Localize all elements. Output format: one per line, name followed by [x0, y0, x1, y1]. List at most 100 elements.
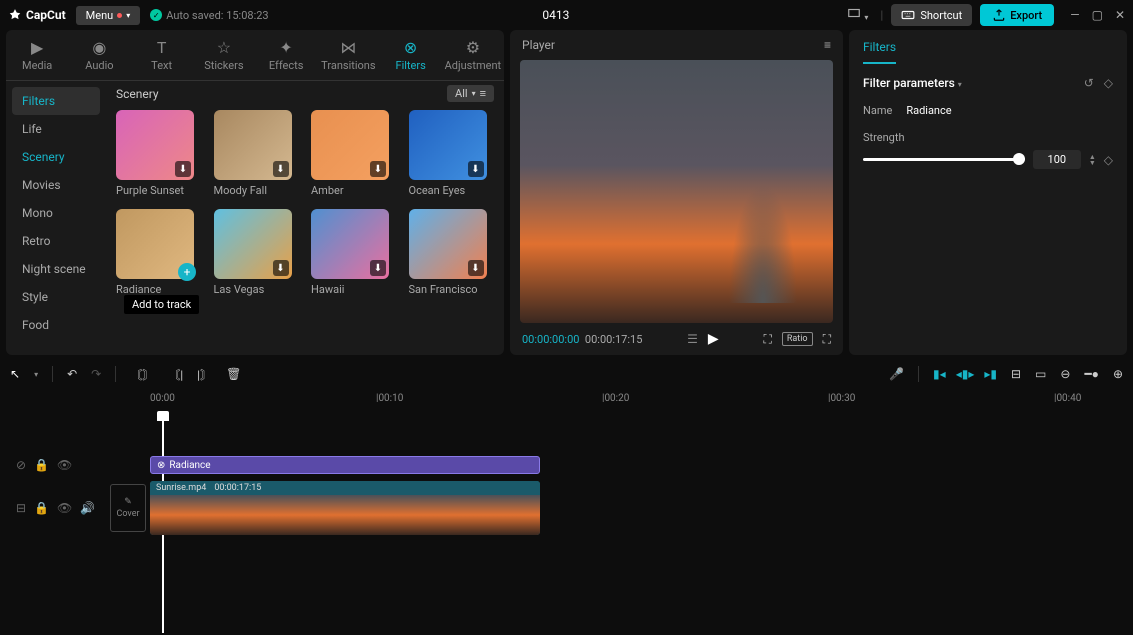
lock-icon[interactable]: 🔒 [34, 458, 49, 472]
split-right-button[interactable]: |〙 [197, 366, 212, 383]
download-icon[interactable]: ⬇ [468, 260, 484, 276]
timeline-toolbar: ↖▾ ↶ ↷ 〘〙 〘| |〙 🗑 🎤 ▮◂ ◂▮▸ ▸▮ ⊟ ▭ ⊖ ━● ⊕ [0, 359, 1133, 389]
filter-card[interactable]: ⬇San Francisco [409, 209, 487, 296]
filter-card[interactable]: ⬇Hawaii [311, 209, 389, 296]
split-left-button[interactable]: 〘| [168, 366, 183, 383]
keyboard-icon [901, 8, 915, 22]
undo-button[interactable]: ↶ [67, 367, 77, 381]
strength-input[interactable] [1033, 150, 1081, 169]
new-indicator-icon [117, 13, 122, 18]
zoom-out-icon[interactable]: ⊖ [1060, 367, 1070, 381]
tooltip: Add to track [124, 295, 199, 314]
magnet-left-icon[interactable]: ▮◂ [933, 367, 946, 381]
filter-icon: ⊗ [157, 460, 165, 471]
video-clip[interactable]: Sunrise.mp4 00:00:17:15 [150, 481, 540, 535]
tab-audio[interactable]: ◉Audio [68, 36, 130, 74]
mute-icon[interactable]: 🔊 [80, 501, 95, 515]
player-menu-icon[interactable]: ≡ [824, 38, 831, 52]
keyframe-icon[interactable]: ◇ [1104, 76, 1113, 90]
split-button[interactable]: 〘〙 [130, 366, 154, 383]
redo-button[interactable]: ↷ [91, 367, 101, 381]
tab-adjustment[interactable]: ⚙Adjustment [442, 36, 504, 74]
download-icon[interactable]: ⬇ [273, 161, 289, 177]
ratio-button[interactable]: Ratio [782, 332, 813, 346]
edit-icon: ✎ [124, 497, 132, 507]
tab-text[interactable]: TText [131, 36, 193, 74]
fullscreen-icon[interactable]: ⛶ [823, 332, 831, 347]
download-icon[interactable]: ⬇ [273, 260, 289, 276]
crop-icon[interactable]: ⛶ [763, 332, 771, 347]
download-icon[interactable]: ⬇ [468, 161, 484, 177]
export-button[interactable]: Export [980, 4, 1054, 26]
sidebar-item-filters[interactable]: Filters [12, 87, 100, 115]
visibility-icon[interactable]: 👁 [57, 501, 72, 515]
tab-filters[interactable]: ⊗Filters [380, 36, 442, 74]
reset-icon[interactable]: ↺ [1084, 76, 1094, 90]
tab-transitions[interactable]: ⋈Transitions [317, 36, 379, 74]
shortcut-button[interactable]: Shortcut [891, 4, 972, 26]
sidebar-item-life[interactable]: Life [12, 115, 100, 143]
strength-slider[interactable] [863, 158, 1025, 161]
maximize-button[interactable]: ▢ [1092, 8, 1103, 22]
track-settings-icon[interactable]: ⊟ [16, 501, 26, 515]
magnet-right-icon[interactable]: ▸▮ [984, 367, 997, 381]
list-icon[interactable]: ☰ [687, 332, 698, 346]
sidebar-item-retro[interactable]: Retro [12, 227, 100, 255]
filter-card[interactable]: +RadianceAdd to track [116, 209, 194, 296]
project-title: 0413 [279, 8, 834, 22]
sidebar-item-food[interactable]: Food [12, 311, 100, 339]
export-icon [992, 8, 1006, 22]
pointer-tool[interactable]: ↖ [10, 367, 20, 381]
time-display: 00:00:00:00 00:00:17:15 [522, 333, 642, 346]
magnet-center-icon[interactable]: ◂▮▸ [956, 367, 975, 381]
sidebar-item-scenery[interactable]: Scenery [12, 143, 100, 171]
mic-icon[interactable]: 🎤 [889, 367, 904, 381]
filter-clip[interactable]: ⊗ Radiance [150, 456, 540, 474]
add-to-track-button[interactable]: + [178, 263, 196, 281]
filter-card[interactable]: ⬇Amber [311, 110, 389, 197]
sidebar-item-mono[interactable]: Mono [12, 199, 100, 227]
download-icon[interactable]: ⬇ [370, 260, 386, 276]
zoom-in-icon[interactable]: ⊕ [1113, 367, 1123, 381]
player-preview[interactable] [520, 60, 833, 323]
tab-stickers[interactable]: ☆Stickers [193, 36, 255, 74]
filter-card[interactable]: ⬇Moody Fall [214, 110, 292, 197]
timeline: 00:00 |00:10 |00:20 |00:30 |00:40 ⊘ 🔒 👁 … [0, 389, 1133, 537]
keyframe-icon[interactable]: ◇ [1104, 153, 1113, 167]
close-button[interactable]: ✕ [1115, 8, 1125, 22]
visibility-icon[interactable]: 👁 [57, 458, 72, 472]
aspect-ratio-button[interactable]: ▾ [843, 2, 872, 28]
play-button[interactable]: ▶ [708, 331, 719, 347]
app-logo: CapCut [8, 8, 66, 22]
align-icon[interactable]: ⊟ [1011, 367, 1021, 381]
check-icon: ✓ [150, 9, 162, 21]
sidebar-item-night-scene[interactable]: Night scene [12, 255, 100, 283]
cover-button[interactable]: ✎ Cover [110, 484, 146, 532]
tab-media[interactable]: ▶Media [6, 36, 68, 74]
filter-card[interactable]: ⬇Ocean Eyes [409, 110, 487, 197]
preview-icon[interactable]: ▭ [1035, 367, 1046, 381]
name-label: Name [863, 104, 892, 117]
timeline-ruler[interactable]: 00:00 |00:10 |00:20 |00:30 |00:40 [150, 389, 1123, 413]
download-icon[interactable]: ⬇ [175, 161, 191, 177]
sidebar-item-style[interactable]: Style [12, 283, 100, 311]
grid-section-title: Scenery [116, 87, 159, 101]
player-panel: Player ≡ 00:00:00:00 00:00:17:15 ☰ ▶ ⛶ R… [510, 30, 843, 355]
link-icon[interactable]: ⊘ [16, 458, 26, 472]
sidebar-item-movies[interactable]: Movies [12, 171, 100, 199]
library-panel: ▶Media ◉Audio TText ☆Stickers ✦Effects ⋈… [6, 30, 504, 355]
filter-card[interactable]: ⬇Las Vegas [214, 209, 292, 296]
download-icon[interactable]: ⬇ [370, 161, 386, 177]
tab-effects[interactable]: ✦Effects [255, 36, 317, 74]
filter-card[interactable]: ⬇Purple Sunset [116, 110, 194, 197]
delete-button[interactable]: 🗑 [226, 367, 241, 381]
menu-button[interactable]: Menu▾ [76, 6, 141, 25]
stepper-down[interactable]: ▼ [1089, 160, 1096, 166]
filter-categories: Filters Life Scenery Movies Mono Retro N… [6, 81, 106, 355]
minimize-button[interactable]: — [1070, 8, 1079, 22]
autosave-status: ✓ Auto saved: 15:08:23 [150, 9, 268, 22]
strength-label: Strength [863, 131, 1113, 144]
lock-icon[interactable]: 🔒 [34, 501, 49, 515]
zoom-slider[interactable]: ━● [1084, 367, 1098, 381]
show-all-button[interactable]: All ▾ ≡ [447, 85, 494, 102]
